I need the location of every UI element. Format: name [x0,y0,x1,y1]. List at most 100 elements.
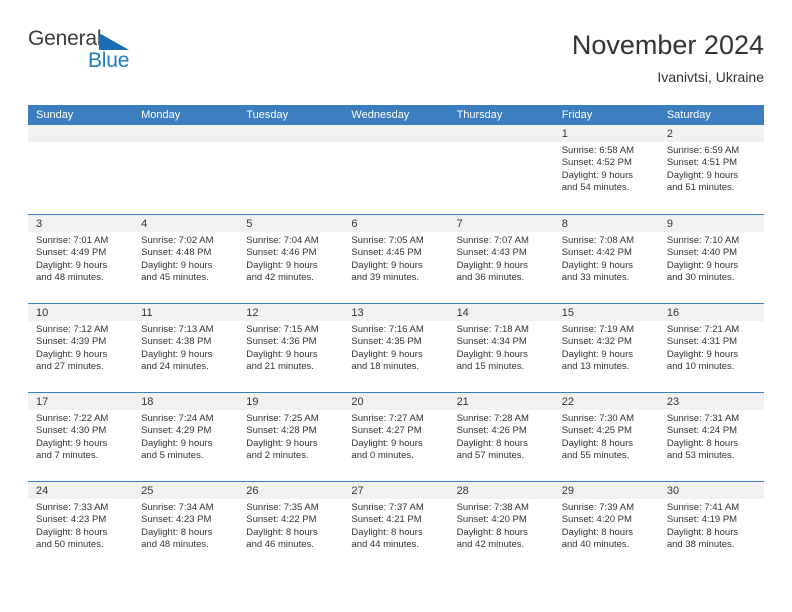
calendar-day-cell[interactable]: 30 Sunrise: 7:41 AM Sunset: 4:19 PM Dayligh… [658,482,764,570]
calendar-day-cell-empty [448,125,554,214]
calendar-day-cell[interactable]: 20 Sunrise: 7:27 AM Sunset: 4:27 PM Dayligh… [343,393,449,481]
sunrise-time: Sunrise: 7:01 AM [36,235,109,246]
calendar-day-cell[interactable]: 28 Sunrise: 7:38 AM Sunset: 4:20 PM Dayligh… [448,482,554,570]
day-sun-details: Sunrise: 7:28 AM Sunset: 4:26 PM Daylight:… [449,410,554,463]
calendar-day-cell-empty [238,125,344,214]
daylight-duration-line2: and 39 minutes. [351,272,420,284]
daylight-duration-line1: Daylight: 9 hours [561,259,633,271]
calendar-day-cell[interactable]: 26 Sunrise: 7:35 AM Sunset: 4:22 PM Dayligh… [238,482,344,570]
calendar-day-cell[interactable]: 4 Sunrise: 7:02 AM Sunset: 4:48 PM Daylight… [133,215,239,303]
calendar-day-cell[interactable]: 5 Sunrise: 7:04 AM Sunset: 4:46 PM Daylight… [238,215,344,303]
day-number: 16 [658,304,764,321]
calendar-day-cell[interactable]: 10 Sunrise: 7:12 AM Sunset: 4:39 PM Dayligh… [28,304,134,392]
calendar-day-cell[interactable]: 8 Sunrise: 7:08 AM Sunset: 4:42 PM Daylight… [553,215,659,303]
daylight-duration-line1: Daylight: 9 hours [351,437,423,449]
day-sun-details: Sunrise: 7:33 AM Sunset: 4:23 PM Daylight:… [28,499,133,552]
day-sun-details: Sunrise: 7:22 AM Sunset: 4:30 PM Daylight:… [28,410,133,463]
calendar-day-cell[interactable]: 13 Sunrise: 7:16 AM Sunset: 4:35 PM Dayligh… [343,304,449,392]
sunset-time: Sunset: 4:43 PM [456,247,527,259]
weekday-header-friday: Friday [561,109,593,121]
day-number: 3 [28,215,134,232]
daylight-duration-line1: Daylight: 9 hours [456,348,528,360]
calendar-day-cell[interactable]: 16 Sunrise: 7:21 AM Sunset: 4:31 PM Dayligh… [658,304,764,392]
day-sun-details: Sunrise: 7:07 AM Sunset: 4:43 PM Daylight:… [449,232,554,285]
day-number: 9 [658,215,764,232]
weekday-header-saturday: Saturday [666,109,711,121]
daylight-duration-line1: Daylight: 9 hours [246,259,318,271]
day-number [343,125,449,142]
calendar-day-cell[interactable]: 14 Sunrise: 7:18 AM Sunset: 4:34 PM Dayligh… [448,304,554,392]
calendar-day-cell[interactable]: 25 Sunrise: 7:34 AM Sunset: 4:23 PM Dayligh… [133,482,239,570]
sunrise-time: Sunrise: 7:37 AM [351,502,424,513]
calendar-day-cell[interactable]: 29 Sunrise: 7:39 AM Sunset: 4:20 PM Dayligh… [553,482,659,570]
day-sun-details: Sunrise: 7:38 AM Sunset: 4:20 PM Daylight:… [449,499,554,552]
daylight-duration-line1: Daylight: 8 hours [561,437,633,449]
day-sun-details: Sunrise: 7:02 AM Sunset: 4:48 PM Daylight:… [133,232,238,285]
calendar-day-cell[interactable]: 18 Sunrise: 7:24 AM Sunset: 4:29 PM Dayligh… [133,393,239,481]
day-number: 26 [238,482,344,499]
calendar-grid: Sunday Monday Tuesday Wednesday Thursday… [28,105,764,570]
daylight-duration-line1: Daylight: 8 hours [36,526,108,538]
day-sun-details: Sunrise: 7:27 AM Sunset: 4:27 PM Daylight:… [343,410,448,463]
calendar-day-cell-empty [28,125,134,214]
day-number: 30 [658,482,764,499]
sunrise-time: Sunrise: 7:15 AM [246,324,319,335]
sunset-time: Sunset: 4:52 PM [561,157,632,169]
calendar-day-cell[interactable]: 21 Sunrise: 7:28 AM Sunset: 4:26 PM Dayligh… [448,393,554,481]
daylight-duration-line2: and 46 minutes. [246,539,314,551]
daylight-duration-line2: and 53 minutes. [666,450,735,462]
daylight-duration-line2: and 21 minutes. [246,361,314,373]
sunrise-time: Sunrise: 7:25 AM [246,413,319,424]
sunset-time: Sunset: 4:32 PM [561,336,632,348]
daylight-duration-line1: Daylight: 8 hours [666,526,739,538]
calendar-day-cell[interactable]: 7 Sunrise: 7:07 AM Sunset: 4:43 PM Daylight… [448,215,554,303]
calendar-day-cell[interactable]: 24 Sunrise: 7:33 AM Sunset: 4:23 PM Dayligh… [28,482,134,570]
daylight-duration-line2: and 42 minutes. [456,539,525,551]
daylight-duration-line1: Daylight: 9 hours [351,348,423,360]
calendar-day-cell[interactable]: 1 Sunrise: 6:58 AM Sunset: 4:52 PM Daylight… [553,125,659,214]
calendar-day-cell[interactable]: 17 Sunrise: 7:22 AM Sunset: 4:30 PM Dayligh… [28,393,134,481]
sunset-time: Sunset: 4:46 PM [246,247,317,259]
daylight-duration-line2: and 57 minutes. [456,450,525,462]
daylight-duration-line2: and 15 minutes. [456,361,525,373]
calendar-day-cell[interactable]: 19 Sunrise: 7:25 AM Sunset: 4:28 PM Dayligh… [238,393,344,481]
sunset-time: Sunset: 4:20 PM [561,514,632,526]
sunset-time: Sunset: 4:35 PM [351,336,422,348]
sunset-time: Sunset: 4:42 PM [561,247,632,259]
sunrise-time: Sunrise: 7:39 AM [561,502,635,513]
calendar-day-cell[interactable]: 11 Sunrise: 7:13 AM Sunset: 4:38 PM Dayligh… [133,304,239,392]
calendar-day-cell[interactable]: 12 Sunrise: 7:15 AM Sunset: 4:36 PM Dayligh… [238,304,344,392]
calendar-day-cell[interactable]: 22 Sunrise: 7:30 AM Sunset: 4:25 PM Dayligh… [553,393,659,481]
daylight-duration-line2: and 27 minutes. [36,361,104,373]
day-sun-details: Sunrise: 7:05 AM Sunset: 4:45 PM Daylight:… [343,232,448,285]
calendar-day-cell[interactable]: 6 Sunrise: 7:05 AM Sunset: 4:45 PM Daylight… [343,215,449,303]
general-blue-logo[interactable]: General Blue [28,28,168,84]
weekday-header-monday: Monday [141,109,181,121]
calendar-week-row: 10 Sunrise: 7:12 AM Sunset: 4:39 PM Dayligh… [28,303,764,392]
logo-text-blue: Blue [88,49,130,72]
calendar-day-cell[interactable]: 9 Sunrise: 7:10 AM Sunset: 4:40 PM Daylight… [658,215,764,303]
sunset-time: Sunset: 4:30 PM [36,425,107,437]
calendar-day-cell[interactable]: 2 Sunrise: 6:59 AM Sunset: 4:51 PM Daylight… [658,125,764,214]
calendar-week-row: 1 Sunrise: 6:58 AM Sunset: 4:52 PM Daylight… [28,125,764,214]
day-sun-details: Sunrise: 7:04 AM Sunset: 4:46 PM Daylight:… [238,232,343,285]
daylight-duration-line2: and 51 minutes. [666,182,735,194]
day-number: 29 [553,482,659,499]
calendar-day-cell[interactable]: 15 Sunrise: 7:19 AM Sunset: 4:32 PM Dayligh… [553,304,659,392]
sunrise-time: Sunrise: 6:59 AM [666,145,740,156]
daylight-duration-line2: and 24 minutes. [141,361,209,373]
sunset-time: Sunset: 4:36 PM [246,336,317,348]
calendar-day-cell[interactable]: 3 Sunrise: 7:01 AM Sunset: 4:49 PM Daylight… [28,215,134,303]
sunrise-time: Sunrise: 7:05 AM [351,235,424,246]
daylight-duration-line1: Daylight: 8 hours [351,526,423,538]
day-sun-details: Sunrise: 7:10 AM Sunset: 4:40 PM Daylight:… [659,232,764,285]
calendar-day-cell[interactable]: 27 Sunrise: 7:37 AM Sunset: 4:21 PM Dayligh… [343,482,449,570]
calendar-day-cell[interactable]: 23 Sunrise: 7:31 AM Sunset: 4:24 PM Dayligh… [658,393,764,481]
sunset-time: Sunset: 4:49 PM [36,247,107,259]
sunset-time: Sunset: 4:40 PM [666,247,738,259]
page-title: November 2024 [571,30,764,60]
daylight-duration-line2: and 2 minutes. [246,450,309,462]
weekday-header-thursday: Thursday [456,109,503,121]
day-number [448,125,554,142]
daylight-duration-line1: Daylight: 9 hours [666,348,739,360]
